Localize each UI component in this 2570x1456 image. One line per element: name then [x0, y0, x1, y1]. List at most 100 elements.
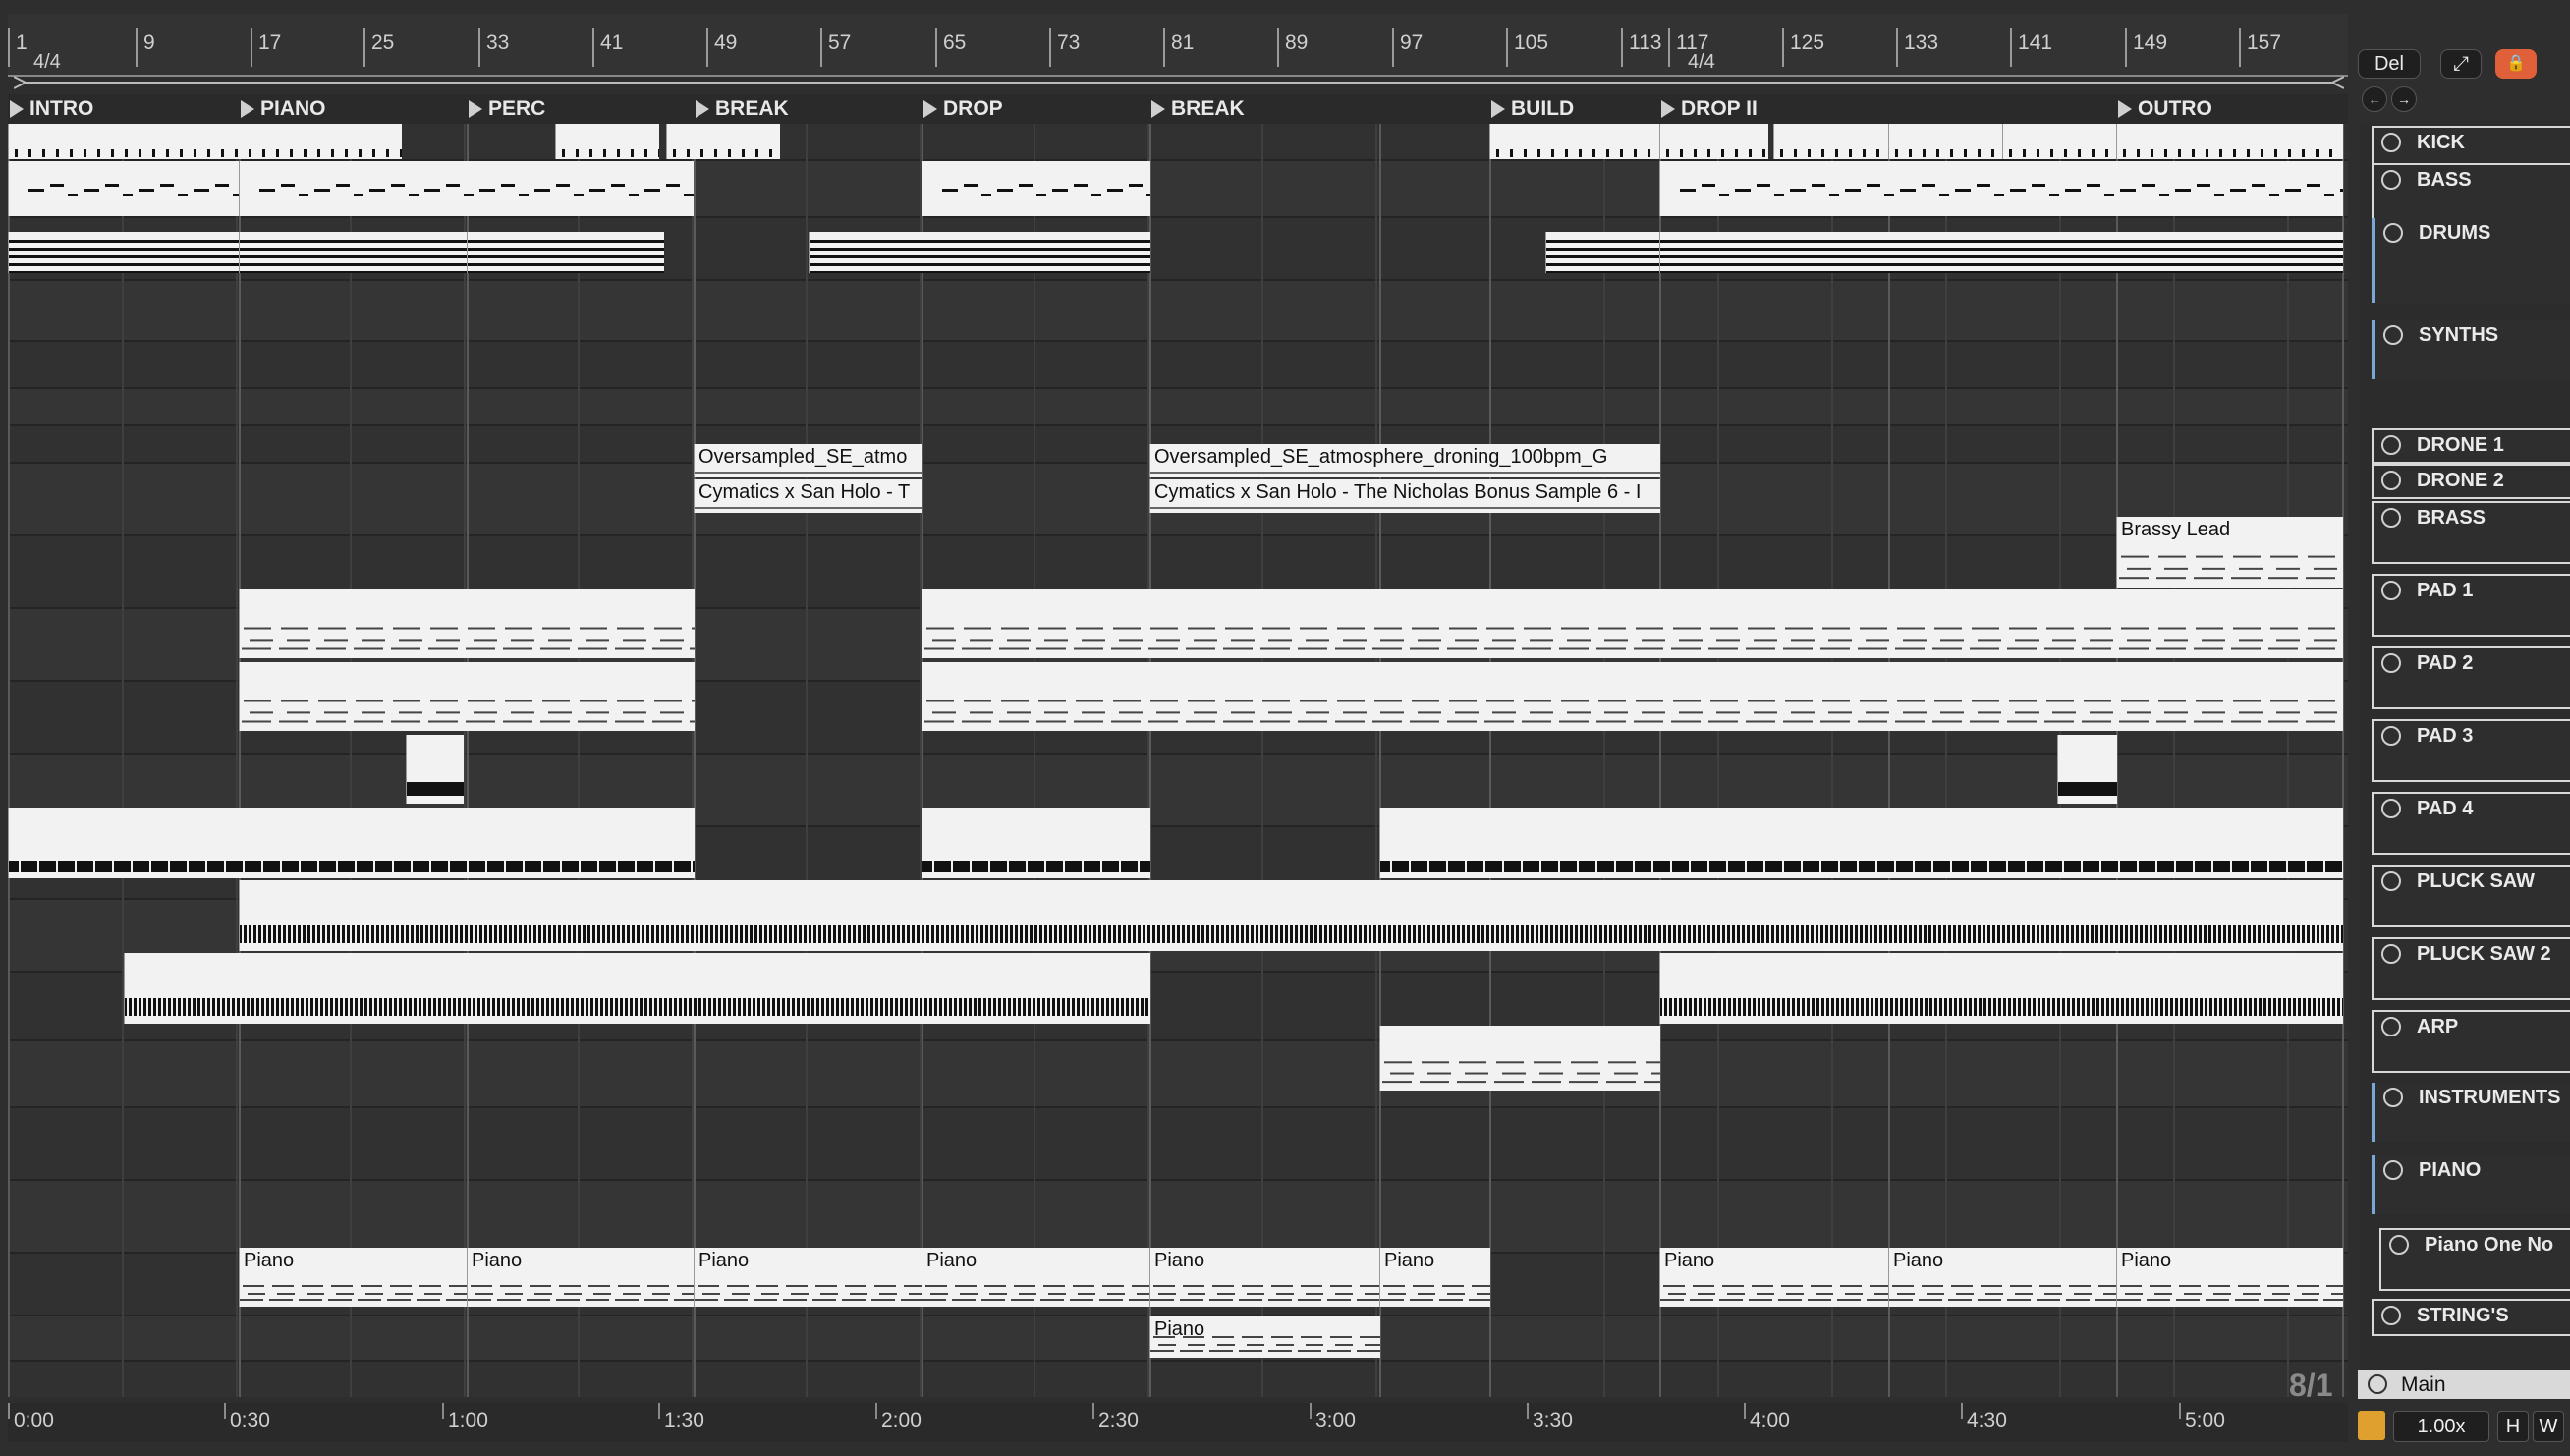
locator-intro[interactable]: INTRO: [8, 94, 93, 124]
clip[interactable]: [1659, 232, 2343, 273]
clip[interactable]: [1545, 232, 1660, 273]
clip[interactable]: Piano: [922, 1248, 1150, 1307]
track-header-string-s[interactable]: STRING'S: [2372, 1299, 2570, 1336]
track-header-pad-2[interactable]: PAD 2: [2372, 646, 2570, 709]
clip[interactable]: Piano: [239, 1248, 468, 1307]
loop-brace[interactable]: [14, 75, 2344, 90]
track-header-pad-4[interactable]: PAD 4: [2372, 792, 2570, 855]
clip[interactable]: [1773, 124, 1888, 159]
clip[interactable]: [2057, 735, 2117, 804]
clip[interactable]: Piano: [467, 1248, 695, 1307]
clip[interactable]: [8, 124, 402, 159]
fold-icon[interactable]: [2381, 799, 2401, 818]
track-header-pluck-saw[interactable]: PLUCK SAW: [2372, 865, 2570, 927]
clip[interactable]: [922, 589, 2343, 658]
fold-icon[interactable]: [2381, 944, 2401, 964]
track-lane[interactable]: [8, 1362, 2348, 1397]
track-header-brass[interactable]: BRASS: [2372, 501, 2570, 564]
time-ruler[interactable]: 0:00 0:30 1:00 1:30 2:00 2:30 3:00 3:30 4:00 4:30…: [8, 1403, 2348, 1442]
locator-perc[interactable]: PERC: [467, 94, 545, 124]
clip[interactable]: [1888, 124, 2003, 159]
locator-piano[interactable]: PIANO: [239, 94, 326, 124]
clip[interactable]: [1659, 124, 1768, 159]
fold-icon[interactable]: [2381, 871, 2401, 891]
clip[interactable]: Piano: [1149, 1248, 1380, 1307]
clip[interactable]: [406, 735, 464, 804]
clip[interactable]: [1659, 161, 2343, 216]
clip[interactable]: [922, 808, 1150, 878]
track-header-pad-1[interactable]: PAD 1: [2372, 574, 2570, 637]
locator-drop[interactable]: DROP: [922, 94, 1003, 124]
back-arrow-icon[interactable]: ←: [2362, 86, 2387, 112]
main-track-header[interactable]: Main: [2358, 1370, 2570, 1399]
locator-outro[interactable]: OUTRO: [2116, 94, 2212, 124]
clip[interactable]: Piano: [1379, 1248, 1490, 1307]
track-header-instruments[interactable]: INSTRUMENTS: [2372, 1083, 2570, 1142]
clip[interactable]: Piano: [2116, 1248, 2343, 1307]
track-header-arp[interactable]: ARP: [2372, 1010, 2570, 1073]
time-signature[interactable]: 4/4: [1688, 51, 1715, 74]
locator-build[interactable]: BUILD: [1489, 94, 1574, 124]
clip[interactable]: [2116, 124, 2343, 159]
clip[interactable]: [809, 232, 1150, 273]
fold-icon[interactable]: [2381, 1017, 2401, 1036]
clip[interactable]: [8, 232, 240, 273]
clip[interactable]: Cymatics x San Holo - The Nicholas Bonus…: [1149, 479, 1660, 513]
track-header-piano[interactable]: PIANO: [2372, 1155, 2570, 1214]
track-lane[interactable]: [8, 1108, 2348, 1181]
fold-icon[interactable]: [2381, 581, 2401, 600]
clip[interactable]: [8, 808, 695, 878]
track-lane[interactable]: [8, 1041, 2348, 1108]
clip[interactable]: [666, 124, 780, 159]
clip[interactable]: [8, 161, 240, 216]
fold-icon[interactable]: [2381, 653, 2401, 673]
clip[interactable]: [239, 880, 2343, 951]
forward-arrow-icon[interactable]: →: [2391, 86, 2417, 112]
play-icon[interactable]: [2381, 471, 2401, 490]
clip[interactable]: Piano: [694, 1248, 922, 1307]
fold-icon[interactable]: [2389, 1235, 2409, 1255]
locator-bar[interactable]: INTRO PIANO PERC BREAK DROP BREAK BUILD DROP II…: [8, 94, 2348, 124]
fold-icon[interactable]: [2381, 726, 2401, 746]
fold-icon[interactable]: [2381, 170, 2401, 190]
fold-icon[interactable]: [2381, 1306, 2401, 1325]
clip[interactable]: [1659, 953, 2343, 1024]
track-lane[interactable]: [8, 389, 2348, 426]
locator-break[interactable]: BREAK: [694, 94, 789, 124]
track-lane[interactable]: [8, 1181, 2348, 1254]
lock-icon[interactable]: 🔒: [2495, 49, 2537, 79]
clip[interactable]: [2002, 124, 2117, 159]
time-signature[interactable]: 4/4: [33, 51, 61, 74]
delete-button[interactable]: Del: [2358, 49, 2421, 79]
clip[interactable]: Piano: [1659, 1248, 1889, 1307]
clip[interactable]: [467, 232, 664, 273]
clip[interactable]: [239, 589, 695, 658]
group-icon[interactable]: [2383, 325, 2403, 345]
clip[interactable]: Cymatics x San Holo - T: [694, 479, 922, 513]
locator-drop-ii[interactable]: DROP II: [1659, 94, 1758, 124]
track-header-pluck-saw-2[interactable]: PLUCK SAW 2: [2372, 937, 2570, 1000]
track-header-drums[interactable]: DRUMS: [2372, 218, 2570, 303]
clip[interactable]: Brassy Lead: [2116, 517, 2343, 588]
fold-icon[interactable]: [2381, 508, 2401, 528]
track-lane[interactable]: [8, 342, 2348, 389]
clip[interactable]: [239, 662, 695, 731]
track-header-drone-1[interactable]: DRONE 1: [2372, 428, 2570, 464]
clip[interactable]: Oversampled_SE_atmosphere_droning_100bpm…: [1149, 444, 1660, 477]
clip[interactable]: Oversampled_SE_atmo: [694, 444, 922, 477]
h-button[interactable]: H: [2497, 1411, 2529, 1442]
clip[interactable]: [555, 124, 659, 159]
track-header-piano-one-no[interactable]: Piano One No: [2379, 1228, 2570, 1291]
clip[interactable]: Piano: [1888, 1248, 2117, 1307]
play-icon[interactable]: [2381, 435, 2401, 455]
track-header-kick[interactable]: KICK: [2372, 126, 2570, 165]
clip[interactable]: [1379, 1026, 1660, 1091]
play-icon[interactable]: [2381, 133, 2401, 152]
clip[interactable]: [1489, 124, 1659, 159]
clip[interactable]: [1379, 808, 2343, 878]
expand-icon[interactable]: ⤢: [2440, 49, 2482, 79]
clip[interactable]: Piano: [1149, 1316, 1380, 1358]
clip[interactable]: [239, 161, 694, 216]
audio-meter-icon[interactable]: [2358, 1411, 2385, 1440]
track-header-synths[interactable]: SYNTHS: [2372, 320, 2570, 379]
